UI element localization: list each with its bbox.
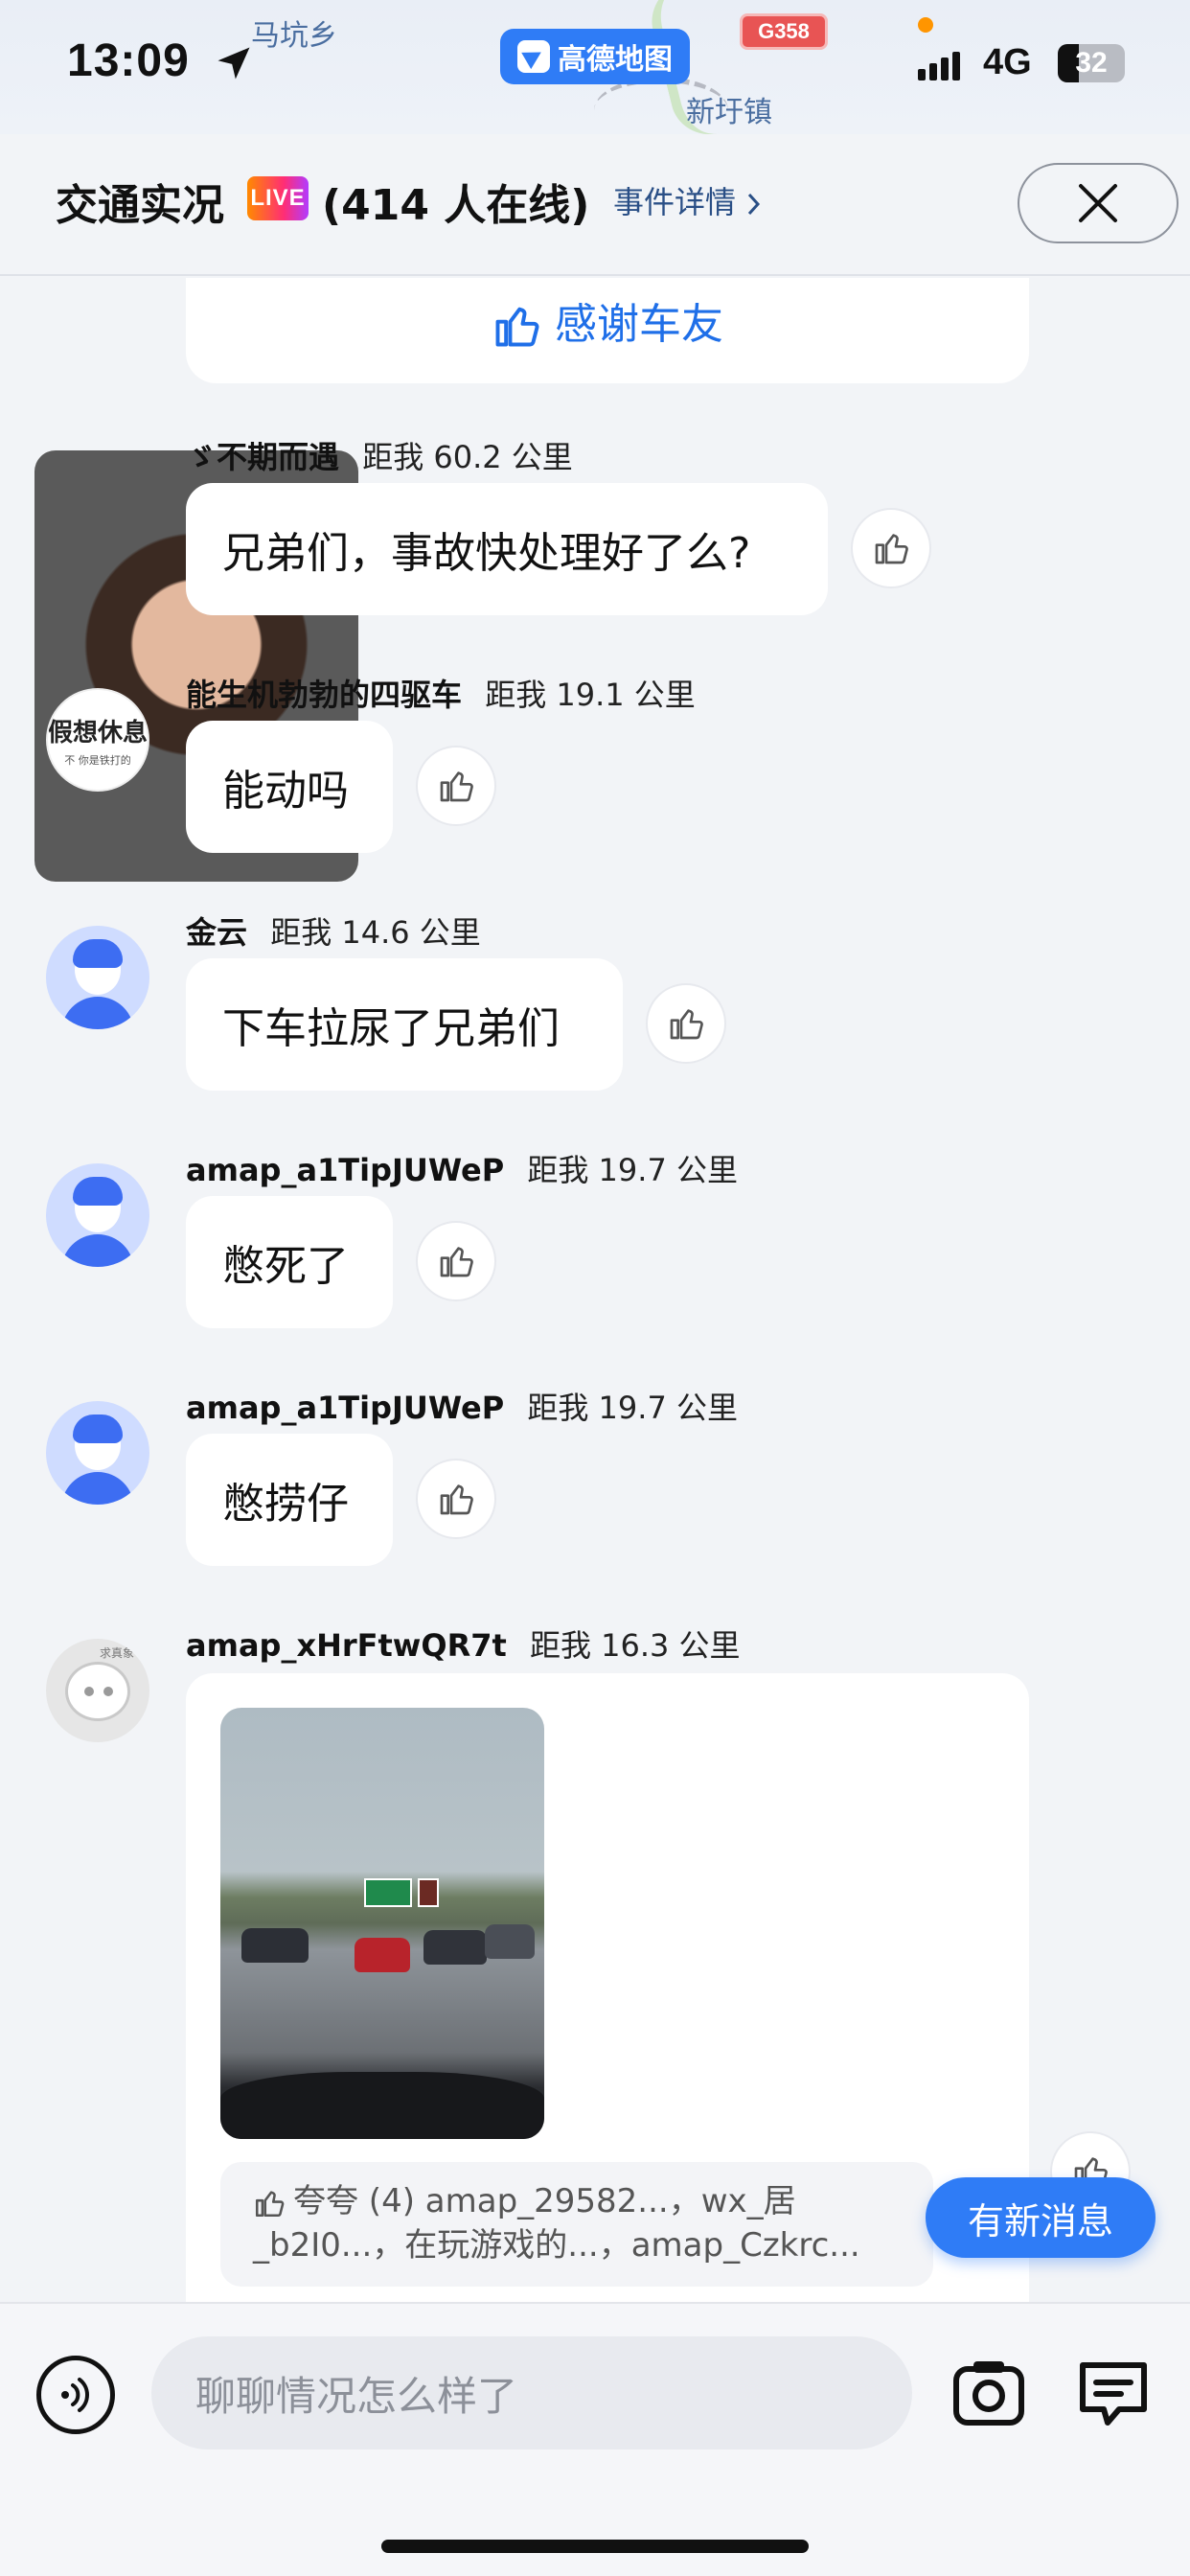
camera-icon[interactable] bbox=[949, 2352, 1029, 2432]
close-button[interactable] bbox=[1018, 163, 1179, 243]
privacy-indicator-dot bbox=[918, 17, 933, 33]
close-icon bbox=[1079, 184, 1117, 222]
username[interactable]: 金云 bbox=[186, 914, 247, 951]
message-meta: amap_xHrFtwQR7t 距我 16.3 公里 bbox=[186, 1622, 741, 1666]
network-label: 4G bbox=[983, 42, 1032, 82]
message-meta: amap_a1TipJUWeP 距我 19.7 公里 bbox=[186, 1146, 738, 1190]
avatar-subtext: 不 你是铁打的 bbox=[64, 753, 131, 767]
thank-driver-label: 感谢车友 bbox=[555, 300, 723, 349]
praise-summary[interactable]: 夸夸 (4) amap_29582...，wx_居 _b2I0...，在玩游戏的… bbox=[220, 2162, 933, 2287]
thumbs-up-icon bbox=[495, 307, 539, 347]
location-arrow-icon bbox=[217, 47, 250, 80]
app-return-pill[interactable]: 高德地图 bbox=[500, 29, 690, 84]
message-meta: amap_a1TipJUWeP 距我 19.7 公里 bbox=[186, 1384, 738, 1428]
message-bubble: 能动吗 bbox=[186, 721, 393, 853]
map-label: 马坑乡 bbox=[251, 19, 337, 53]
online-count: (414 人在线) bbox=[322, 181, 590, 230]
avatar[interactable] bbox=[46, 1163, 149, 1267]
thank-driver-button[interactable]: 感谢车友 bbox=[186, 278, 1029, 383]
thumbs-up-icon bbox=[670, 1009, 703, 1040]
message-bubble: 下车拉尿了兄弟们 bbox=[186, 958, 623, 1091]
praise-line: _b2I0...，在玩游戏的...，amap_Czkrc... bbox=[253, 2226, 860, 2265]
message-input[interactable]: 聊聊情况怎么样了 bbox=[151, 2336, 912, 2450]
message-meta: ゞ不期而遇 距我 60.2 公里 bbox=[186, 433, 573, 477]
distance: 距我 19.1 公里 bbox=[485, 677, 696, 713]
photo-message-card: 夸夸 (4) amap_29582...，wx_居 _b2I0...，在玩游戏的… bbox=[186, 1673, 1029, 2302]
chevron-right-icon bbox=[748, 193, 761, 216]
new-messages-button[interactable]: 有新消息 bbox=[926, 2177, 1156, 2258]
message-meta: 能生机勃勃的四驱车 距我 19.1 公里 bbox=[186, 671, 696, 715]
avatar-tag: 求真象 bbox=[100, 1646, 135, 1660]
chat-header: 交通实况 LIVE (414 人在线) 事件详情 bbox=[0, 134, 1190, 276]
distance: 距我 19.7 公里 bbox=[527, 1152, 738, 1188]
event-details-link[interactable]: 事件详情 bbox=[613, 178, 763, 222]
chat-feed[interactable]: 感谢车友 ゞ不期而遇 距我 60.2 公里 兄弟们，事故快处理好了么? 假想休息… bbox=[0, 278, 1190, 2302]
avatar-text: 假想休息 bbox=[48, 718, 149, 748]
message-bubble: 憋死了 bbox=[186, 1196, 393, 1328]
username[interactable]: ゞ不期而遇 bbox=[186, 439, 339, 475]
like-button[interactable] bbox=[416, 1459, 496, 1539]
username[interactable]: amap_xHrFtwQR7t bbox=[186, 1627, 507, 1664]
live-badge: LIVE bbox=[247, 176, 309, 220]
voice-icon bbox=[61, 2378, 89, 2412]
signal-icon bbox=[918, 48, 968, 80]
road-badge: G358 bbox=[740, 13, 828, 50]
thumbs-up-icon bbox=[255, 2190, 285, 2217]
username[interactable]: 能生机勃勃的四驱车 bbox=[186, 677, 462, 713]
username[interactable]: amap_a1TipJUWeP bbox=[186, 1152, 504, 1188]
status-bar: 马坑乡 新圩镇 13:09 高德地图 G358 4G 32 bbox=[0, 0, 1190, 134]
voice-button[interactable] bbox=[36, 2356, 115, 2434]
like-button[interactable] bbox=[851, 508, 931, 588]
thumbs-up-icon bbox=[875, 534, 908, 564]
distance: 距我 16.3 公里 bbox=[529, 1627, 741, 1664]
chat-icon[interactable] bbox=[1073, 2352, 1154, 2432]
distance: 距我 60.2 公里 bbox=[362, 439, 573, 475]
message-meta: 金云 距我 14.6 公里 bbox=[186, 908, 481, 953]
like-button[interactable] bbox=[646, 983, 726, 1064]
like-button[interactable] bbox=[416, 746, 496, 826]
composer-bar: 聊聊情况怎么样了 bbox=[0, 2302, 1190, 2576]
like-button[interactable] bbox=[416, 1221, 496, 1301]
status-time: 13:09 bbox=[67, 35, 190, 86]
battery-level: 32 bbox=[1075, 47, 1108, 79]
username[interactable]: amap_a1TipJUWeP bbox=[186, 1390, 504, 1426]
avatar[interactable]: 假想休息 不 你是铁打的 bbox=[46, 688, 149, 792]
home-indicator bbox=[381, 2540, 809, 2553]
page-title: 交通实况 bbox=[56, 181, 224, 230]
thumbs-up-icon bbox=[440, 1484, 473, 1515]
message-bubble: 兄弟们，事故快处理好了么? bbox=[186, 483, 828, 615]
avatar[interactable]: 求真象 bbox=[46, 1639, 149, 1742]
map-label: 新圩镇 bbox=[686, 96, 772, 129]
avatar[interactable] bbox=[46, 926, 149, 1029]
battery-indicator: 32 bbox=[1058, 44, 1125, 82]
traffic-photo[interactable] bbox=[220, 1708, 544, 2139]
avatar[interactable] bbox=[46, 1401, 149, 1505]
event-details-label: 事件详情 bbox=[613, 184, 737, 220]
message-bubble: 憋捞仔 bbox=[186, 1434, 393, 1566]
distance: 距我 14.6 公里 bbox=[270, 914, 481, 951]
thumbs-up-icon bbox=[440, 1247, 473, 1277]
send-icon bbox=[517, 40, 550, 73]
thumbs-up-icon bbox=[440, 771, 473, 802]
distance: 距我 19.7 公里 bbox=[527, 1390, 738, 1426]
praise-line: 夸夸 (4) amap_29582...，wx_居 bbox=[293, 2182, 796, 2220]
app-name: 高德地图 bbox=[558, 43, 673, 77]
